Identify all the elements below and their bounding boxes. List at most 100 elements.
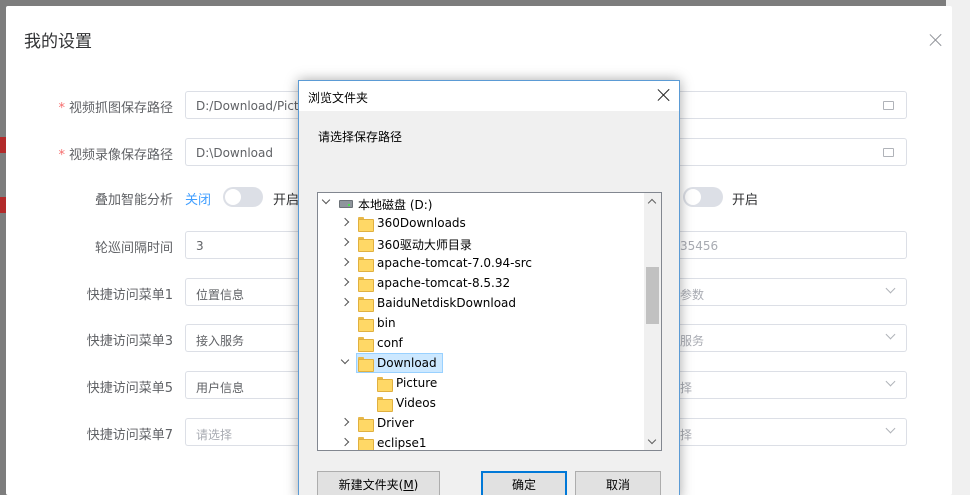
menu-select[interactable]: 参数 (666, 278, 907, 306)
input-value: 服务 (680, 334, 705, 348)
menu-select[interactable]: 择 (666, 418, 907, 446)
required-mark: * (58, 148, 65, 163)
ok-button[interactable]: 确定 (481, 471, 567, 495)
menu-select[interactable]: 接入服务 (185, 324, 315, 352)
tree-item-body[interactable]: BaiduNetdiskDownload (356, 293, 522, 313)
folder-icon (358, 417, 374, 432)
tree-item-body[interactable]: Picture (375, 373, 443, 393)
menu-select[interactable]: 位置信息 (185, 278, 315, 306)
field-label-text: 视频抓图保存路径 (68, 101, 173, 116)
tree-item-label: Picture (396, 376, 438, 390)
folder-icon (358, 277, 374, 292)
folder-icon[interactable] (883, 101, 894, 110)
chevron-down-icon[interactable] (340, 355, 350, 365)
input-value: 接入服务 (196, 334, 245, 348)
smart-analysis-switch[interactable] (223, 187, 263, 207)
tree-item-body[interactable]: Videos (375, 393, 442, 413)
tree-item-body[interactable]: apache-tomcat-7.0.94-src (356, 253, 538, 273)
close-icon[interactable] (928, 32, 944, 48)
field-label: 快捷访问菜单5 (87, 377, 173, 396)
field-label-text: 视频录像保存路径 (68, 148, 173, 163)
tree-item-label: 360Downloads (377, 216, 466, 230)
field-label: * 视频抓图保存路径 (58, 97, 173, 116)
tree-item-label: Videos (396, 396, 436, 410)
text-input[interactable] (666, 91, 907, 119)
scroll-up-icon[interactable] (647, 198, 657, 208)
field-label-text: 快捷访问菜单1 (86, 288, 173, 303)
tree-item-label: BaiduNetdiskDownload (377, 296, 517, 310)
input-value: 择 (680, 381, 693, 395)
input-value: 3 (196, 239, 204, 253)
text-input[interactable]: 35456 (666, 231, 907, 259)
menu-select[interactable]: 用户信息 (185, 371, 315, 399)
scroll-down-icon[interactable] (647, 435, 657, 445)
text-input[interactable]: 3 (185, 231, 315, 259)
chevron-right-icon[interactable] (340, 437, 350, 447)
folder-icon (358, 257, 374, 272)
switch-toggle[interactable] (683, 187, 723, 207)
tree-item-body[interactable]: 360Downloads (356, 213, 472, 233)
tree-item[interactable]: apache-tomcat-8.5.32 (318, 273, 645, 293)
chevron-down-icon[interactable] (321, 195, 331, 205)
tree-item-body[interactable]: 360驱动大师目录 (356, 233, 478, 253)
tree-item-label: bin (377, 316, 396, 330)
tree-item[interactable]: Videos (318, 393, 645, 413)
text-input[interactable]: D:/Download/Pictur (185, 91, 315, 119)
menu-select[interactable]: 择 (666, 371, 907, 399)
chevron-down-icon (885, 423, 896, 434)
tree-item[interactable]: 360驱动大师目录 (318, 233, 645, 253)
scroll-thumb[interactable] (646, 267, 659, 324)
cancel-button[interactable]: 取消 (575, 471, 661, 495)
field-label-text: 轮巡间隔时间 (94, 241, 173, 256)
text-input[interactable]: D:\Download (185, 138, 315, 166)
field-label-text: 叠加智能分析 (94, 193, 173, 208)
field-label: 叠加智能分析 (95, 189, 173, 208)
input-value: 用户信息 (196, 381, 245, 395)
tree-item[interactable]: apache-tomcat-7.0.94-src (318, 253, 645, 273)
tree-item-body[interactable]: Download (356, 353, 443, 373)
chevron-right-icon[interactable] (340, 257, 350, 267)
folder-icon[interactable] (883, 148, 894, 157)
chevron-right-icon[interactable] (340, 417, 350, 427)
tree-item[interactable]: eclipse1 (318, 433, 645, 450)
input-value: D:\Download (196, 146, 273, 160)
tree-item[interactable]: bin (318, 313, 645, 333)
tree-item[interactable]: Picture (318, 373, 645, 393)
tree-item-body[interactable]: Driver (356, 413, 420, 433)
tree-item[interactable]: 360Downloads (318, 213, 645, 233)
browse-folder-dialog: 浏览文件夹 请选择保存路径 本地磁盘 (D:) 360Downloads 360驱动… (298, 80, 680, 495)
tree-item-body[interactable]: eclipse1 (356, 433, 433, 450)
chevron-right-icon[interactable] (340, 217, 350, 227)
folder-icon (358, 437, 374, 450)
tree-item-body[interactable]: conf (356, 333, 409, 353)
tree-item[interactable]: 本地磁盘 (D:) (318, 193, 645, 213)
tree-item[interactable]: BaiduNetdiskDownload (318, 293, 645, 313)
folder-icon (358, 357, 374, 372)
tree-item-body[interactable]: apache-tomcat-8.5.32 (356, 273, 516, 293)
vertical-scrollbar[interactable] (644, 193, 661, 450)
field-label: 快捷访问菜单7 (87, 424, 173, 443)
chevron-down-icon (885, 283, 896, 294)
tree-item[interactable]: Driver (318, 413, 645, 433)
menu-select[interactable]: 请选择 (185, 418, 315, 446)
switch-on-label: 开启 (732, 193, 759, 208)
tree-item-label: Driver (377, 416, 414, 430)
folder-tree[interactable]: 本地磁盘 (D:) 360Downloads 360驱动大师目录 apache-tom… (317, 192, 662, 451)
tree-item[interactable]: Download (318, 353, 645, 373)
tree-item-body[interactable]: bin (356, 313, 402, 333)
button-label-end: ) (413, 478, 419, 492)
tree-item-body[interactable]: 本地磁盘 (D:) (337, 193, 438, 213)
tree-item[interactable]: conf (318, 333, 645, 353)
menu-select[interactable]: 服务 (666, 324, 907, 352)
input-value: 35456 (680, 239, 719, 253)
chevron-right-icon[interactable] (340, 237, 350, 247)
new-folder-button[interactable]: 新建文件夹(M) (317, 471, 440, 495)
tree-item-label: conf (377, 336, 403, 350)
folder-icon (358, 217, 374, 232)
text-input[interactable] (666, 138, 907, 166)
chevron-right-icon[interactable] (340, 297, 350, 307)
close-icon[interactable] (657, 88, 671, 102)
field-label-text: 快捷访问菜单7 (86, 428, 173, 443)
chevron-right-icon[interactable] (340, 277, 350, 287)
tree-item-label: apache-tomcat-7.0.94-src (377, 256, 532, 270)
